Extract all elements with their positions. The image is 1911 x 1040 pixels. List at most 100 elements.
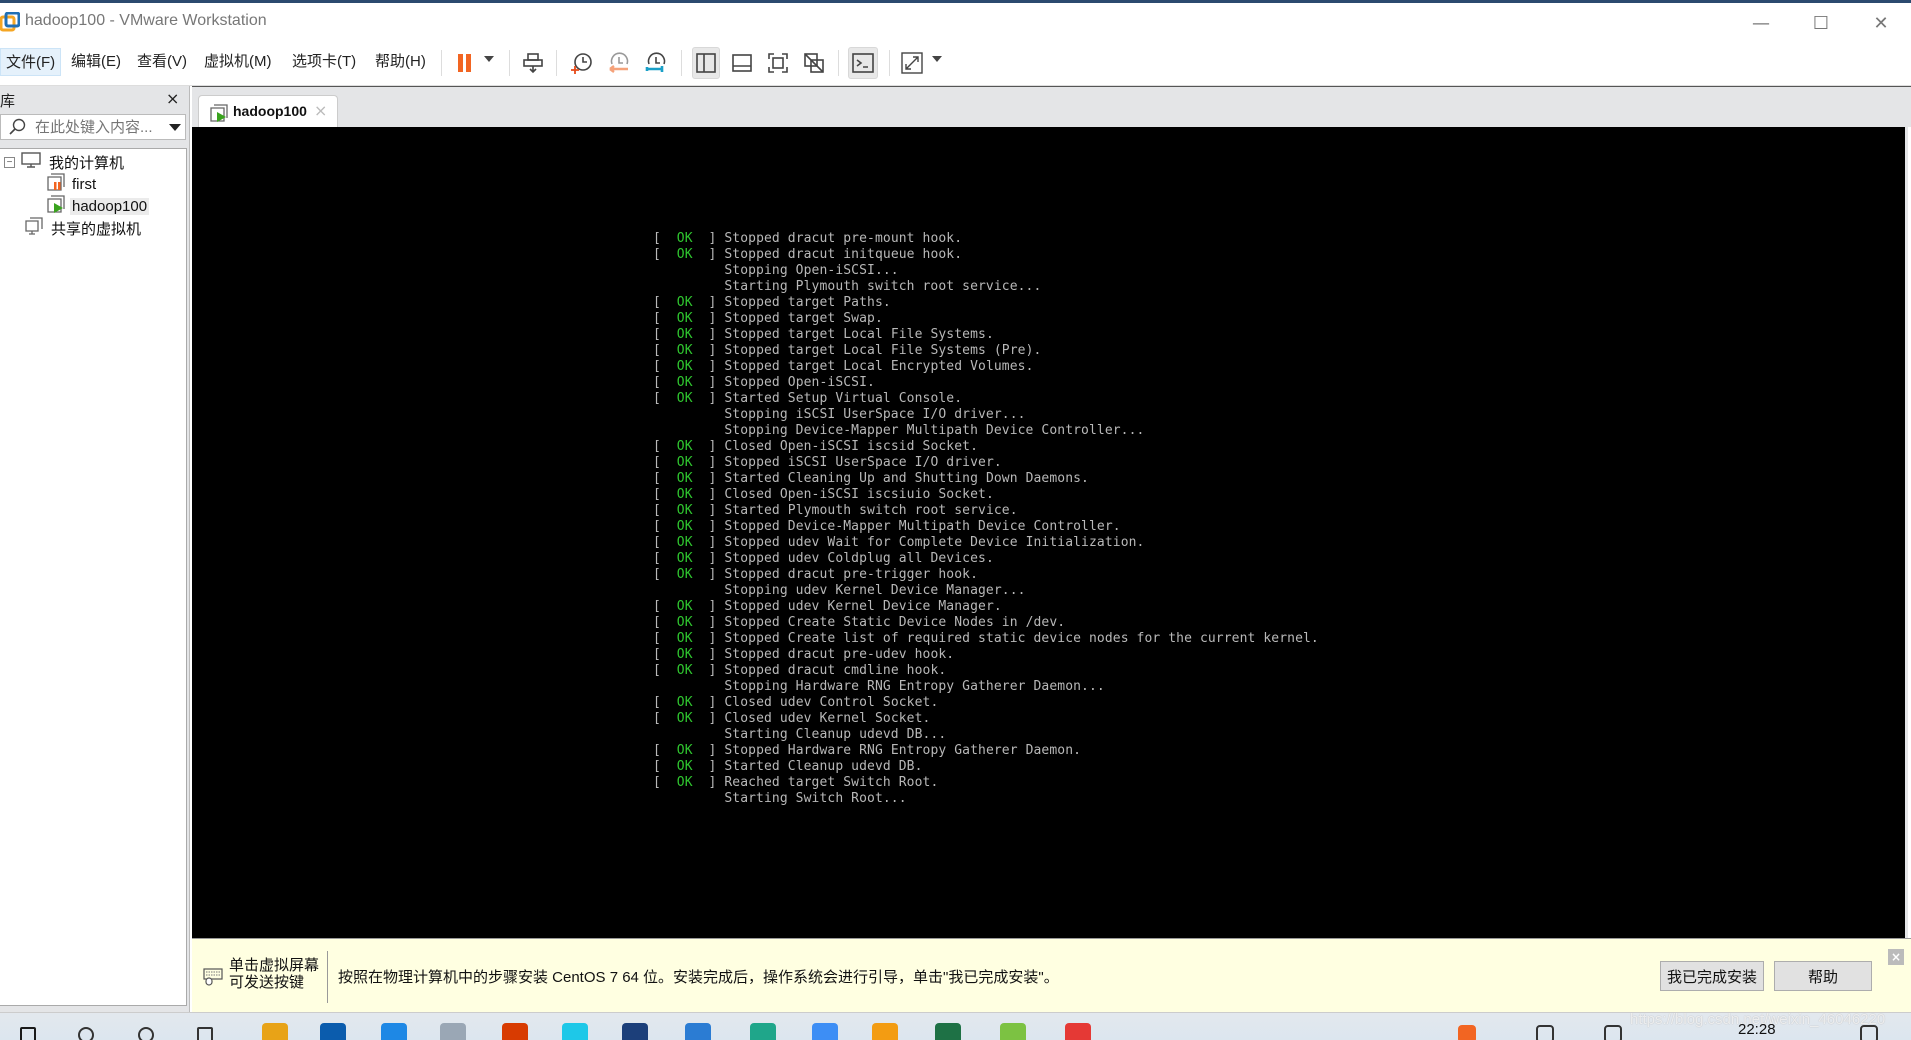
- status-spacer: [653, 791, 724, 806]
- app-orange-blue-icon[interactable]: [872, 1023, 898, 1040]
- app-notepad-icon[interactable]: [440, 1023, 466, 1040]
- maximize-icon: ☐: [1812, 12, 1830, 34]
- revert-snapshot-button[interactable]: [605, 47, 633, 79]
- hint-close-button[interactable]: ×: [1888, 949, 1904, 965]
- tree-item-shared-vms[interactable]: 共享的虚拟机: [25, 217, 143, 239]
- console-view-button[interactable]: [848, 47, 878, 79]
- console-line-text: Stopping iSCSI UserSpace I/O driver...: [724, 407, 1026, 422]
- close-button[interactable]: ✕: [1851, 3, 1911, 43]
- app-green-leaf-icon[interactable]: [1000, 1023, 1026, 1040]
- tree-item-hadoop100[interactable]: hadoop100: [46, 194, 150, 218]
- status-open-bracket: [: [653, 695, 677, 710]
- menu-view[interactable]: 查看(V): [132, 48, 192, 76]
- status-open-bracket: [: [653, 343, 677, 358]
- app-blue-circle-icon[interactable]: [381, 1023, 407, 1040]
- stretch-guest-button[interactable]: [898, 47, 926, 79]
- pause-dropdown-caret[interactable]: [484, 56, 494, 62]
- library-search-input[interactable]: [35, 115, 155, 139]
- show-library-button[interactable]: [692, 47, 720, 79]
- vm-running-icon: [46, 194, 66, 218]
- cortana-icon[interactable]: [138, 1027, 154, 1040]
- status-close-bracket: ]: [692, 455, 725, 470]
- status-open-bracket: [: [653, 663, 677, 678]
- console-line-text: Started Cleaning Up and Shutting Down Da…: [724, 471, 1089, 486]
- unity-button[interactable]: [800, 47, 828, 79]
- console-line: Stopping Device-Mapper Multipath Device …: [653, 423, 1319, 439]
- collapse-toggle-icon[interactable]: −: [4, 156, 15, 168]
- word-icon[interactable]: [685, 1023, 711, 1040]
- console-line: [ OK ] Stopped target Paths.: [653, 295, 1319, 311]
- menu-vm[interactable]: 虚拟机(M): [199, 48, 277, 76]
- status-ok: OK: [676, 247, 693, 262]
- app-blue-square-icon[interactable]: [812, 1023, 838, 1040]
- minimize-icon: —: [1752, 12, 1770, 34]
- app-blue-diamond-icon[interactable]: [320, 1023, 346, 1040]
- console-line: [ OK ] Stopped target Local File Systems…: [653, 327, 1319, 343]
- minimize-button[interactable]: —: [1731, 3, 1791, 43]
- search-dropdown-caret[interactable]: [169, 124, 181, 131]
- console-line: [ OK ] Stopped udev Wait for Complete De…: [653, 535, 1319, 551]
- task-view-icon[interactable]: [197, 1027, 213, 1040]
- status-close-bracket: ]: [692, 759, 725, 774]
- taskbar-clock[interactable]: 22:28: [1738, 1021, 1776, 1038]
- menu-toolbar: 文件(F) 编辑(E) 查看(V) 虚拟机(M) 选项卡(T) 帮助(H): [0, 40, 1911, 86]
- tray-network-icon[interactable]: [1536, 1025, 1554, 1040]
- take-snapshot-button[interactable]: [568, 47, 596, 79]
- full-screen-icon: [768, 53, 788, 73]
- install-instructions: 按照在物理计算机中的步骤安装 CentOS 7 64 位。安装完成后，操作系统会…: [338, 969, 1059, 986]
- status-ok: OK: [676, 631, 693, 646]
- status-ok: OK: [676, 503, 693, 518]
- console-line-text: Started Cleanup udevd DB.: [724, 759, 923, 774]
- console-line-text: Stopping Hardware RNG Entropy Gatherer D…: [724, 679, 1105, 694]
- edge-icon[interactable]: [750, 1023, 776, 1040]
- tray-volume-icon[interactable]: [1604, 1025, 1622, 1040]
- tree-item-first[interactable]: first: [46, 173, 98, 195]
- console-line-text: Stopped dracut cmdline hook.: [724, 663, 947, 678]
- app-cyan-circle-icon[interactable]: [562, 1023, 588, 1040]
- revert-snapshot-icon: [609, 52, 629, 73]
- file-explorer-icon[interactable]: [262, 1023, 288, 1040]
- status-open-bracket: [: [653, 631, 677, 646]
- menu-tabs[interactable]: 选项卡(T): [287, 48, 361, 76]
- stretch-guest-icon: [901, 52, 923, 74]
- menu-edit[interactable]: 编辑(E): [66, 48, 126, 76]
- console-line-text: Stopped Open-iSCSI.: [724, 375, 875, 390]
- send-ctrl-alt-del-button[interactable]: [519, 47, 547, 79]
- status-ok: OK: [676, 455, 693, 470]
- status-ok: OK: [676, 311, 693, 326]
- help-button[interactable]: 帮助: [1774, 961, 1872, 991]
- excel-icon[interactable]: [935, 1023, 961, 1040]
- menu-help[interactable]: 帮助(H): [370, 48, 431, 76]
- console-line-text: Stopped Create Static Device Nodes in /d…: [724, 615, 1066, 630]
- search-icon[interactable]: [78, 1027, 94, 1040]
- status-ok: OK: [676, 343, 693, 358]
- pause-button[interactable]: [451, 47, 479, 79]
- chrome-icon[interactable]: [1065, 1023, 1091, 1040]
- vm-console-screen[interactable]: [ OK ] Stopped dracut pre-mount hook.[ O…: [192, 127, 1908, 938]
- office-icon[interactable]: [502, 1023, 528, 1040]
- thumbnail-bar-button[interactable]: [728, 47, 756, 79]
- status-ok: OK: [676, 231, 693, 246]
- toolbar-separator: [556, 50, 557, 76]
- click-screen-hint: 单击虚拟屏幕 可发送按键: [229, 957, 319, 991]
- finished-install-button[interactable]: 我已完成安装: [1660, 961, 1764, 991]
- library-close-button[interactable]: ×: [166, 89, 179, 108]
- vm-tab-hadoop100[interactable]: hadoop100 ×: [198, 95, 338, 128]
- status-close-bracket: ]: [692, 775, 725, 790]
- console-line: [ OK ] Stopped dracut cmdline hook.: [653, 663, 1319, 679]
- snapshot-manager-button[interactable]: [642, 47, 670, 79]
- full-screen-button[interactable]: [764, 47, 792, 79]
- toolbar-separator: [838, 50, 839, 76]
- console-line-text: Stopped iSCSI UserSpace I/O driver.: [724, 455, 1002, 470]
- stretch-dropdown-caret[interactable]: [932, 56, 942, 62]
- tree-item-label: first: [72, 175, 97, 193]
- vm-tab-close-button[interactable]: ×: [314, 101, 327, 120]
- menu-file[interactable]: 文件(F): [0, 48, 62, 76]
- toolbar-separator: [509, 50, 510, 76]
- terminal-icon[interactable]: [622, 1023, 648, 1040]
- sogou-ime-icon[interactable]: [1458, 1025, 1476, 1040]
- status-spacer: [653, 263, 724, 278]
- tree-item-my-computer[interactable]: − 我的计算机: [4, 151, 126, 173]
- start-icon[interactable]: [20, 1027, 36, 1040]
- maximize-button[interactable]: ☐: [1791, 3, 1851, 43]
